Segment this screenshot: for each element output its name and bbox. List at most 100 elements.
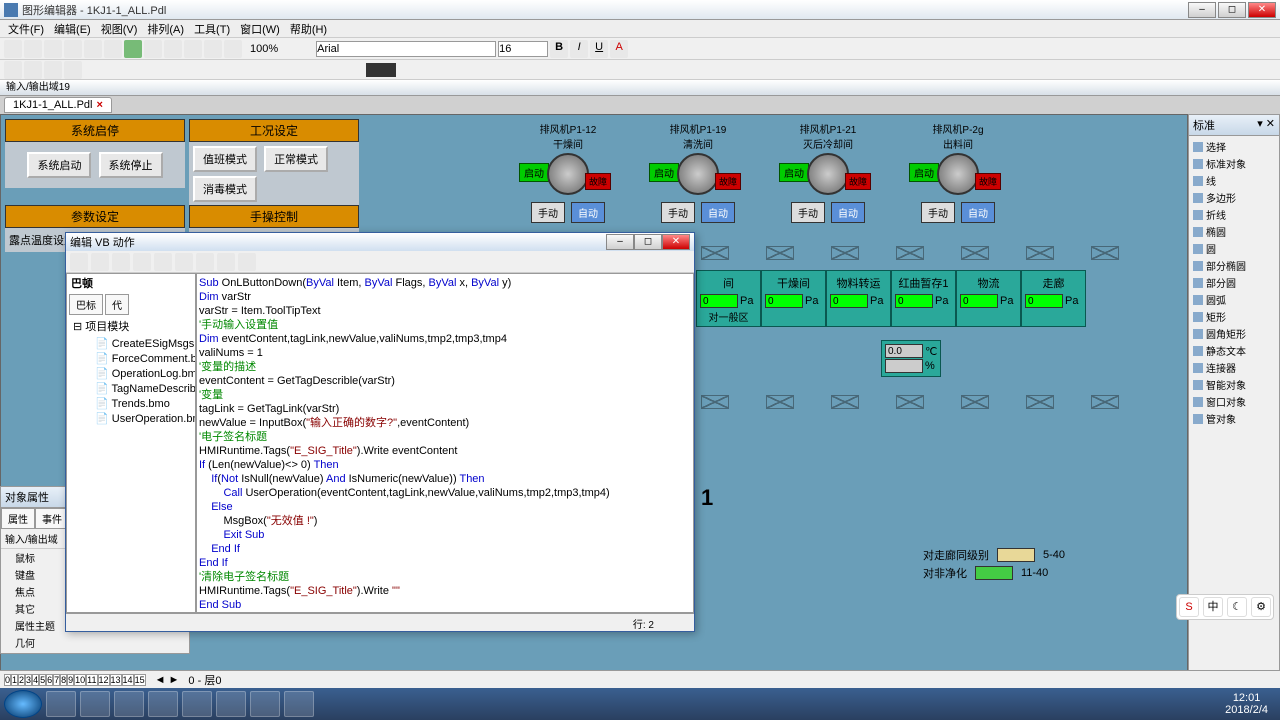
taskbar-app-icon[interactable] [250,691,280,717]
ime-icon[interactable]: S [1179,597,1199,617]
fan-manual-button[interactable]: 手动 [921,202,955,223]
vb-tool-icon[interactable] [238,253,256,271]
copy-icon[interactable] [84,40,102,58]
layer-button[interactable]: 15 [134,674,146,686]
value-input[interactable] [885,344,923,358]
taskbar-app-icon[interactable] [148,691,178,717]
redo-icon[interactable] [164,40,182,58]
zoom-in-icon[interactable] [204,40,222,58]
object-tree-item[interactable]: 矩形 [1191,308,1277,325]
menu-file[interactable]: 文件(F) [4,20,48,38]
menu-edit[interactable]: 编辑(E) [50,20,95,38]
vb-tool-icon[interactable] [217,253,235,271]
object-tree-item[interactable]: 线 [1191,172,1277,189]
layer-button[interactable]: 2 [18,674,25,686]
fan-auto-button[interactable]: 自动 [961,202,995,223]
room-value-input[interactable] [960,294,998,308]
taskbar-app-icon[interactable] [80,691,110,717]
layer-button[interactable]: 10 [74,674,86,686]
mode-button[interactable]: 值班模式 [193,146,257,172]
color-swatch[interactable] [394,63,396,77]
vb-maximize-button[interactable]: ◻ [634,234,662,250]
font-name-input[interactable] [316,41,496,57]
vb-tool-icon[interactable] [91,253,109,271]
mode-button[interactable]: 消毒模式 [193,176,257,202]
paste-icon[interactable] [104,40,122,58]
room-value-input[interactable] [1025,294,1063,308]
vb-code-editor[interactable]: Sub OnLButtonDown(ByVal Item, ByVal Flag… [196,273,694,613]
tab-properties[interactable]: 属性 [1,508,35,529]
cut-icon[interactable] [64,40,82,58]
vb-minimize-button[interactable]: – [606,234,634,250]
object-tree-item[interactable]: 圆角矩形 [1191,325,1277,342]
vb-tool-icon[interactable] [70,253,88,271]
object-tree-item[interactable]: 圆弧 [1191,291,1277,308]
vb-tool-icon[interactable] [196,253,214,271]
object-tree-item[interactable]: 选择 [1191,138,1277,155]
vb-tool-icon[interactable] [175,253,193,271]
panel-controls[interactable]: ▾ ✕ [1257,117,1275,133]
system-start-button[interactable]: 系统启动 [27,152,91,178]
value-input[interactable] [885,359,923,373]
vb-module-item[interactable]: 📄 CreateESigMsgs.t [81,336,191,351]
fan-manual-button[interactable]: 手动 [661,202,695,223]
object-tree-item[interactable]: 部分椭圆 [1191,257,1277,274]
room-value-input[interactable] [895,294,933,308]
bold-icon[interactable]: B [550,40,568,58]
taskbar-app-icon[interactable] [114,691,144,717]
underline-icon[interactable]: U [590,40,608,58]
fan-manual-button[interactable]: 手动 [531,202,565,223]
tab-events[interactable]: 事件 [35,508,69,529]
vb-tool-icon[interactable] [154,253,172,271]
ime-icon[interactable]: ⚙ [1251,597,1271,617]
taskbar-app-icon[interactable] [46,691,76,717]
fan-auto-button[interactable]: 自动 [701,202,735,223]
object-tree-item[interactable]: 部分圆 [1191,274,1277,291]
fan-start-button[interactable]: 启动 [519,163,549,182]
fan-auto-button[interactable]: 自动 [831,202,865,223]
undo-icon[interactable] [144,40,162,58]
fan-start-button[interactable]: 启动 [779,163,809,182]
vb-project-tree[interactable]: 巴顿 巴标代 ⊟ 项目模块 📄 CreateESigMsgs.t📄 ForceC… [66,273,196,613]
room-value-input[interactable] [700,294,738,308]
taskbar-app-icon[interactable] [284,691,314,717]
mode-button[interactable]: 正常模式 [264,146,328,172]
object-tree-item[interactable]: 连接器 [1191,359,1277,376]
tool-icon[interactable] [64,61,82,79]
document-tab[interactable]: 1KJ1-1_ALL.Pdl × [4,97,112,113]
layer-button[interactable]: 14 [122,674,134,686]
system-tray[interactable]: 12:01 2018/2/4 [1217,692,1276,716]
menu-view[interactable]: 视图(V) [97,20,142,38]
grid-icon[interactable] [184,40,202,58]
vb-module-item[interactable]: 📄 OperationLog.bmo [81,366,191,381]
fan-manual-button[interactable]: 手动 [791,202,825,223]
open-icon[interactable] [24,40,42,58]
save-icon[interactable] [44,40,62,58]
font-size-input[interactable] [498,41,548,57]
tab-close-icon[interactable]: × [97,99,103,111]
object-tree-item[interactable]: 窗口对象 [1191,393,1277,410]
fan-auto-button[interactable]: 自动 [571,202,605,223]
menu-arrange[interactable]: 排列(A) [143,20,188,38]
object-tree-item[interactable]: 静态文本 [1191,342,1277,359]
vb-tool-icon[interactable] [112,253,130,271]
object-tree-item[interactable]: 智能对象 [1191,376,1277,393]
start-button[interactable] [4,690,42,718]
run-icon[interactable] [124,40,142,58]
system-stop-button[interactable]: 系统停止 [99,152,163,178]
layer-button[interactable]: 11 [86,674,97,686]
ime-icon[interactable]: ☾ [1227,597,1247,617]
ime-icon[interactable]: 中 [1203,597,1223,617]
vb-tool-icon[interactable] [133,253,151,271]
object-tree-item[interactable]: 折线 [1191,206,1277,223]
tool-icon[interactable] [44,61,62,79]
vb-close-button[interactable]: ✕ [662,234,690,250]
maximize-button[interactable]: ◻ [1218,2,1246,18]
object-tree-item[interactable]: 多边形 [1191,189,1277,206]
property-item[interactable]: 几何 [1,634,189,649]
minimize-button[interactable]: – [1188,2,1216,18]
vb-module-item[interactable]: 📄 ForceComment.bmo [81,351,191,366]
close-button[interactable]: ✕ [1248,2,1276,18]
layer-button[interactable]: 1 [11,674,18,686]
object-tree-item[interactable]: 圆 [1191,240,1277,257]
